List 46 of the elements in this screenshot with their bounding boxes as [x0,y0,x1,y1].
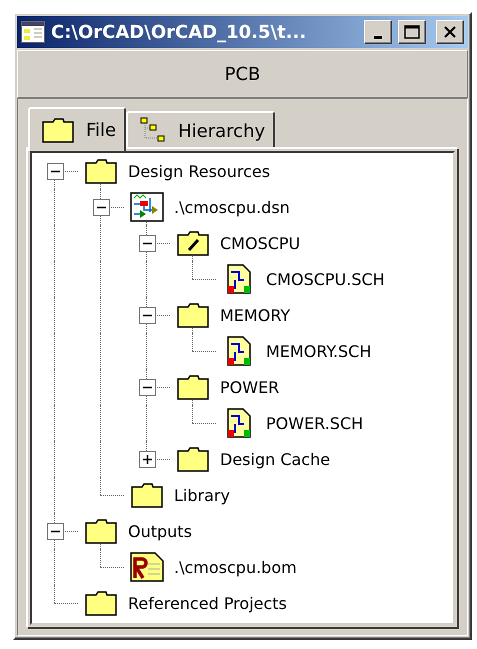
folder-icon [85,590,117,616]
tree-item[interactable]: POWER [220,378,280,396]
expand-toggle[interactable] [138,234,156,252]
schematic-page-icon [227,336,251,366]
folder-icon [85,518,117,544]
schematic-diagram-icon [130,192,164,222]
header-bar: PCB [17,50,468,98]
expand-toggle[interactable] [138,450,156,468]
tree-item[interactable]: Design Cache [220,450,330,468]
tree-item[interactable]: Design Resources [128,162,270,180]
tree-item[interactable]: MEMORY.SCH [266,342,372,360]
maximize-icon [404,25,420,39]
folder-icon [42,117,74,143]
maximize-button[interactable] [398,20,426,44]
expand-toggle[interactable] [92,198,110,216]
tree-item[interactable]: MEMORY [220,306,290,324]
minimize-button[interactable] [364,20,392,44]
expand-toggle[interactable] [138,378,156,396]
expand-toggle[interactable] [138,306,156,324]
app-icon [21,21,45,43]
tab[interactable]: Hierarchy [126,111,276,149]
folder-icon [131,482,163,508]
close-button[interactable] [436,20,464,44]
window-title: C:\OrCAD\OrCAD_10.5\t... [51,22,308,42]
expand-toggle[interactable] [46,162,64,180]
schematic-page-icon [227,408,251,438]
tree-item[interactable]: Outputs [128,522,192,540]
plus-icon [142,454,152,464]
tree-item[interactable]: Library [174,486,230,504]
close-icon [443,26,457,38]
tree-item[interactable]: CMOSCPU.SCH [266,270,385,288]
folder-icon [177,446,209,472]
tree-item[interactable]: Referenced Projects [128,594,287,612]
expand-toggle[interactable] [46,522,64,540]
edited-folder-icon [177,230,209,256]
folder-icon [177,374,209,400]
report-document-icon [130,552,164,582]
tree-item[interactable]: .\cmoscpu.dsn [174,198,290,216]
tree-item[interactable]: CMOSCPU [220,234,300,252]
folder-icon [177,302,209,328]
tab[interactable]: File [28,107,126,151]
folder-icon [85,158,117,184]
tree-item[interactable]: .\cmoscpu.bom [174,558,297,576]
tree-item[interactable]: POWER.SCH [266,414,364,432]
schematic-page-icon [227,264,251,294]
minimize-icon [374,36,382,38]
